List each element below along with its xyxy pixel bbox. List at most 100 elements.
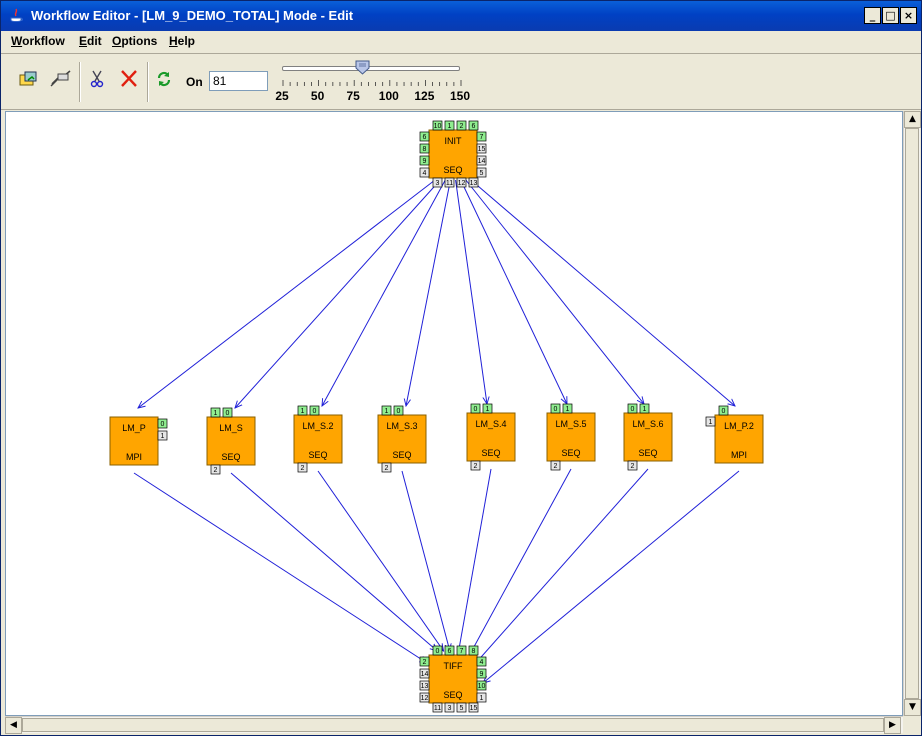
node-port-label: 6 [423, 134, 427, 141]
node-type: SEQ [443, 690, 462, 700]
zoom-slider-track[interactable] [282, 66, 460, 71]
workflow-edge[interactable] [470, 179, 735, 406]
node-name: LM_S.3 [386, 421, 417, 431]
workflow-edge[interactable] [483, 470, 740, 683]
node-type: SEQ [221, 452, 240, 462]
workflow-node[interactable]: LM_P MPI 0 1 [109, 416, 168, 466]
vertical-scroll-thumb[interactable] [905, 128, 919, 699]
workflow-node[interactable]: LM_S.3 SEQ 1 0 2 [377, 405, 427, 473]
workflow-edge[interactable] [456, 468, 492, 665]
scroll-right-button[interactable]: ▶ [884, 717, 901, 734]
close-button[interactable]: × [900, 7, 917, 24]
title-bar[interactable]: Workflow Editor - [LM_9_DEMO_TOTAL] Mode… [1, 1, 921, 31]
node-type: SEQ [561, 448, 580, 458]
delete-icon[interactable] [116, 66, 142, 92]
maximize-button[interactable]: □ [882, 7, 899, 24]
node-type: MPI [126, 452, 142, 462]
workflow-edge[interactable] [235, 179, 441, 408]
horizontal-scroll-thumb[interactable] [22, 718, 884, 732]
node-port-label: 1 [161, 433, 165, 440]
scroll-left-button[interactable]: ◀ [5, 717, 22, 734]
node-name: LM_S.6 [632, 419, 663, 429]
node-port-label: 11 [434, 705, 441, 712]
node-port-label: 7 [480, 134, 484, 141]
node-type: SEQ [443, 165, 462, 175]
node-port-label: 1 [214, 410, 218, 417]
link-icon[interactable] [48, 66, 74, 92]
node-port-label: 2 [460, 123, 464, 130]
workflow-edge[interactable] [465, 179, 644, 404]
scroll-down-button[interactable]: ▼ [904, 699, 921, 716]
node-port-label: 0 [436, 648, 440, 655]
node-type: MPI [731, 450, 747, 460]
menu-help[interactable]: Help [169, 34, 195, 48]
node-port-label: 14 [478, 158, 486, 165]
minimize-button[interactable]: _ [864, 7, 881, 24]
node-port-label: 15 [470, 705, 478, 712]
workflow-edge[interactable] [401, 470, 450, 651]
workflow-edge[interactable] [455, 179, 487, 404]
node-port-label: 2 [385, 465, 389, 472]
workflow-node[interactable]: LM_S.5 SEQ 0 1 2 [546, 403, 596, 471]
node-name: LM_S.2 [302, 421, 333, 431]
zoom-value-input[interactable] [209, 71, 268, 91]
node-port-label: 13 [421, 683, 429, 690]
workflow-node[interactable]: LM_P.2 MPI 0 1 [705, 405, 764, 464]
horizontal-scrollbar[interactable]: ◀ ▶ [5, 716, 903, 734]
node-name: TIFF [444, 661, 463, 671]
workflow-edge[interactable] [138, 179, 436, 408]
node-port-label: 1 [385, 408, 389, 415]
cut-icon[interactable] [84, 66, 110, 92]
menu-workflow[interactable]: Workflow [11, 34, 65, 48]
zoom-slider-thumb[interactable] [355, 60, 370, 75]
workflow-node[interactable]: INITSEQ10 1 2 63 11 12 136894715145 [419, 120, 487, 188]
node-port-label: 1 [448, 123, 452, 130]
node-name: LM_S [219, 423, 243, 433]
vertical-scrollbar[interactable]: ▲ ▼ [903, 111, 921, 716]
node-port-label: 2 [301, 465, 305, 472]
scroll-up-button[interactable]: ▲ [904, 111, 921, 128]
node-port-label: 2 [554, 463, 558, 470]
workflow-node[interactable]: TIFF SEQ 0 6 7 8 11 3 5 15 2 14 13 12 4 9 10 1 [419, 645, 487, 713]
workflow-edge[interactable] [317, 470, 444, 651]
workflow-edge[interactable] [133, 472, 427, 663]
node-type: SEQ [481, 448, 500, 458]
workflow-edge[interactable] [462, 468, 572, 668]
node-port-label: 8 [423, 146, 427, 153]
node-port-label: 2 [423, 659, 427, 666]
menu-options[interactable]: Options [112, 34, 157, 48]
workflow-edge[interactable] [230, 472, 437, 651]
zoom-slider-ticks [282, 80, 462, 86]
node-name: LM_S.5 [555, 419, 586, 429]
workflow-edge[interactable] [469, 468, 649, 671]
window-title: Workflow Editor - [LM_9_DEMO_TOTAL] Mode… [31, 8, 354, 23]
node-name: INIT [445, 136, 463, 146]
workflow-edge[interactable] [406, 179, 451, 406]
node-port-label: 1 [709, 419, 713, 426]
open-workflow-icon[interactable] [16, 66, 42, 92]
workflow-canvas[interactable]: INIT SEQ 10 1 2 6 3 11 12 13 6 8 9 4 7 15 14 5 LM_P MPI 0 1 LM… [5, 111, 903, 716]
slider-tick-label: 25 [275, 89, 289, 103]
node-type: SEQ [308, 450, 327, 460]
refresh-icon[interactable] [151, 66, 177, 92]
node-port-label: 2 [474, 463, 478, 470]
node-port-label: 3 [436, 180, 440, 187]
slider-tick-label: 50 [310, 89, 325, 103]
node-port-label: 1 [480, 695, 484, 702]
workflow-node[interactable]: LM_S.6 SEQ 0 1 2 [623, 403, 673, 471]
node-port-label: 1 [301, 408, 305, 415]
node-port-label: 10 [478, 683, 486, 690]
node-port-label: 5 [460, 705, 464, 712]
node-port-label: 0 [554, 406, 558, 413]
workflow-edge[interactable] [322, 179, 446, 406]
node-port-label: 1 [566, 406, 570, 413]
workflow-edge[interactable] [460, 179, 567, 404]
node-name: LM_S.4 [475, 419, 506, 429]
workflow-node[interactable]: LM_S.2 SEQ 1 0 2 [293, 405, 343, 473]
node-port-label: 6 [448, 648, 452, 655]
workflow-node[interactable]: LM_S.4 SEQ 0 1 2 [466, 403, 516, 471]
workflow-graph[interactable]: INITSEQ10 1 2 63 11 12 136894715145LM_PMPI01LM… [6, 112, 902, 715]
workflow-node[interactable]: LM_S SEQ 1 0 2 [206, 407, 256, 475]
node-port-label: 0 [631, 406, 635, 413]
menu-edit[interactable]: Edit [79, 34, 102, 48]
